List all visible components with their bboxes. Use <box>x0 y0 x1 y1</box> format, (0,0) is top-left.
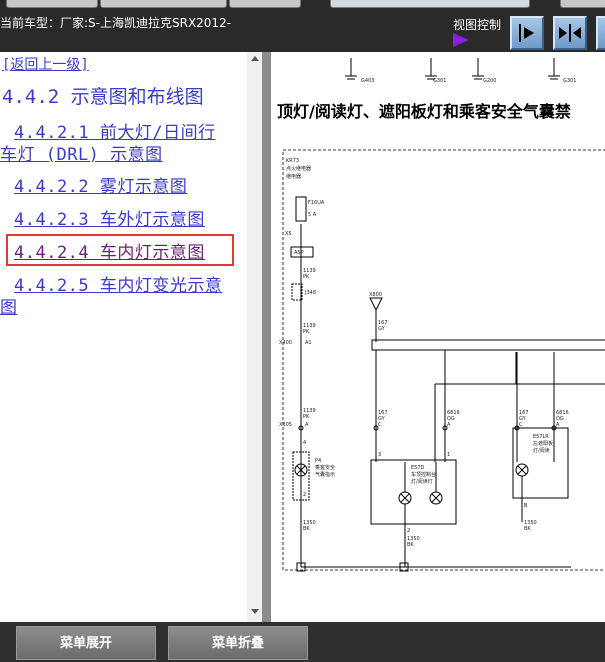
toc-item-headlamp-line2[interactable]: 车灯 (DRL) 示意图 <box>0 140 163 165</box>
diagram-label: X400 <box>279 340 292 346</box>
diagram-label: C <box>378 422 382 428</box>
ground-label: G200 <box>483 78 496 84</box>
expand-left-button[interactable] <box>596 16 605 50</box>
menu-collapse-button[interactable]: 菜单折叠 <box>168 626 308 660</box>
diagram-label: 车顶控制台 <box>411 471 436 478</box>
split-arrows-icon <box>559 24 581 42</box>
diagram-label: PK <box>303 274 310 280</box>
diagram-label: 3 <box>378 452 381 458</box>
top-tab[interactable] <box>100 0 227 8</box>
diagram-label: 乘客安全 <box>315 464 335 471</box>
scroll-down-icon[interactable] <box>251 609 259 614</box>
toc-sidebar: [返回上一级] 4.4.2 示意图和布线图 4.4.2.1 前大灯/日间行 车灯… <box>0 52 262 622</box>
top-tab[interactable] <box>6 0 98 8</box>
toc-item-fog-lamp[interactable]: 4.4.2.2 雾灯示意图 <box>14 172 187 197</box>
diagram-label: GY <box>378 326 386 332</box>
diagram-label: A1 <box>305 340 312 346</box>
diagram-label: BK <box>303 526 310 532</box>
toc-item-dimming-line2[interactable]: 图 <box>0 293 18 318</box>
diagram-label: B <box>524 503 528 509</box>
diagram-label: E57LR <box>533 434 549 440</box>
pane-splitter[interactable] <box>262 52 271 622</box>
ground-label: G301 <box>433 78 446 84</box>
bar-arrow-right-icon <box>519 24 534 42</box>
diagram-label: X800 <box>369 292 382 298</box>
ground-label: G403 <box>361 78 374 84</box>
diagram-label: PK <box>303 329 310 335</box>
diagram-label: A <box>447 422 451 428</box>
diagram-label: X5 <box>285 231 292 237</box>
toc-item-dimming-line1[interactable]: 4.4.2.5 车内灯变光示意 <box>14 271 222 296</box>
diagram-label: F16UA <box>308 200 325 206</box>
diagram-label: 灯/阅读灯 <box>411 478 433 485</box>
diagram-label: A <box>556 422 560 428</box>
diagram-label: X305 <box>279 422 292 428</box>
split-view-button[interactable] <box>553 16 587 50</box>
top-tab[interactable] <box>560 0 605 8</box>
top-bar: 当前车型：厂家:S-上海凯迪拉克SRX2012- 视图控制 <box>0 0 605 52</box>
diagram-pane: G403 G301 G200 G301 KR73 点火继电器 继电器 F16UA… <box>271 52 605 622</box>
diagram-label: PK <box>303 414 310 420</box>
section-title: 4.4.2 示意图和布线图 <box>2 86 204 108</box>
diagram-label: 灯/阅读 <box>533 447 550 454</box>
diagram-label: P4 <box>315 458 321 464</box>
diagram-label: 2 <box>303 492 306 498</box>
toc-item-exterior-lamp[interactable]: 4.4.2.3 车外灯示意图 <box>14 205 205 230</box>
top-tab-active[interactable] <box>330 0 530 8</box>
expand-right-button[interactable] <box>510 16 544 50</box>
diagram-label: BK <box>407 542 414 548</box>
ground-label: G301 <box>563 78 576 84</box>
diagram-label: KR73 <box>286 158 299 164</box>
diagram-label: ASP <box>294 250 304 256</box>
toc-item-interior-lamp[interactable]: 4.4.2.4 车内灯示意图 <box>14 238 205 263</box>
back-link[interactable]: [返回上一级] <box>2 54 89 74</box>
diagram-label: E57D <box>411 465 425 471</box>
menu-expand-button[interactable]: 菜单展开 <box>16 626 156 660</box>
bottom-bar: 菜单展开 菜单折叠 <box>0 622 605 662</box>
car-model-label: 当前车型：厂家:S-上海凯迪拉克SRX2012- <box>0 16 232 30</box>
diagram-label: 左遮阳板 <box>533 440 553 447</box>
diagram-label: 点火继电器 <box>286 165 311 172</box>
vertical-scrollbar[interactable] <box>247 52 262 622</box>
top-tab[interactable] <box>229 0 301 8</box>
diagram-label: C <box>519 422 523 428</box>
diagram-label: J348 <box>304 290 316 296</box>
diagram-label: 气囊指示 <box>315 471 335 478</box>
scroll-up-icon[interactable] <box>251 56 259 61</box>
diagram-label: A <box>305 422 309 428</box>
diagram-label: 2 <box>407 528 410 534</box>
diagram-label: 继电器 <box>286 173 301 180</box>
wiring-diagram: G403 G301 G200 G301 KR73 点火继电器 继电器 F16UA… <box>279 58 605 572</box>
diagram-label: 4 <box>303 440 306 446</box>
diagram-label: 1 <box>447 452 450 458</box>
diagram-label: BK <box>524 526 531 532</box>
play-arrow-icon[interactable] <box>453 33 469 47</box>
view-control-label: 视图控制 <box>453 18 502 32</box>
diagram-title: 顶灯/阅读灯、遮阳板灯和乘客安全气囊禁 <box>277 102 571 121</box>
diagram-label: 5 A <box>308 212 317 218</box>
